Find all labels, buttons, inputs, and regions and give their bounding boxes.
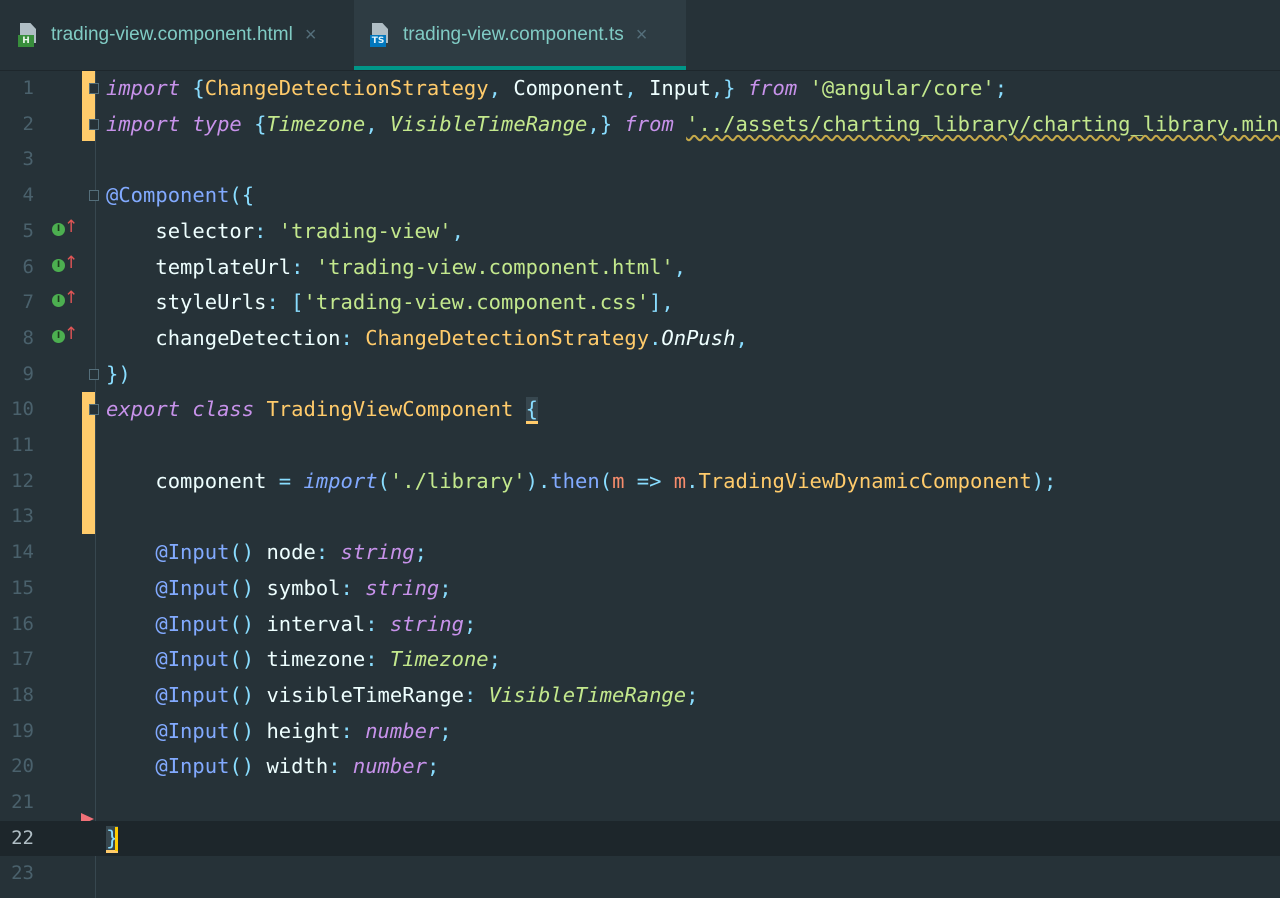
code-text: selector: 'trading-view', [106, 218, 464, 243]
line-number: 7 [22, 291, 34, 314]
line-number: 10 [11, 398, 34, 421]
line-number: 16 [11, 612, 34, 635]
code-text: import type {Timezone, VisibleTimeRange,… [106, 111, 1280, 136]
code-text: @Input() width: number; [155, 754, 440, 779]
code-line-7: 7 styleUrls: ['trading-view.component.cs… [0, 285, 1280, 321]
code-line-23: 23 [0, 856, 1280, 892]
line-number: 9 [22, 362, 34, 385]
code-line-12: 12 component = import('./library').then(… [0, 464, 1280, 500]
tab-ts-file[interactable]: TS trading-view.component.ts × [354, 0, 686, 70]
code-line-13: 13 [0, 499, 1280, 535]
code-line-1: 1 import {ChangeDetectionStrategy, Compo… [0, 71, 1280, 107]
code-line-3: 3 [0, 142, 1280, 178]
code-line-21: 21 [0, 785, 1280, 821]
code-text: @Input() height: number; [155, 718, 452, 743]
line-number: 5 [22, 219, 34, 242]
line-number: 14 [11, 541, 34, 564]
editor-tab-bar: H trading-view.component.html × TS tradi… [0, 0, 1280, 70]
code-text: @Input() node: string; [155, 540, 427, 565]
code-line-2: 2 import type {Timezone, VisibleTimeRang… [0, 107, 1280, 143]
html-file-icon: H [18, 23, 42, 47]
line-number: 19 [11, 719, 34, 742]
code-text: import {ChangeDetectionStrategy, Compone… [106, 76, 1008, 100]
code-text: @Input() symbol: string; [155, 575, 452, 600]
line-number: 23 [11, 862, 34, 885]
line-number: 21 [11, 791, 34, 813]
code-line-17: 17 @Input() timezone: Timezone; [0, 642, 1280, 678]
code-editor[interactable]: I ↑ I ↑ I ↑ I ↑ 1 import {ChangeDetectionStr… [0, 71, 1280, 898]
code-text: styleUrls: ['trading-view.component.css'… [106, 290, 674, 315]
code-line-10: 10 export class TradingViewComponent { [0, 392, 1280, 428]
close-icon[interactable]: × [636, 24, 648, 47]
tab-label: trading-view.component.ts [403, 24, 624, 45]
code-text: } [106, 825, 119, 853]
code-line-19: 19 @Input() height: number; [0, 714, 1280, 750]
line-number: 22 [11, 826, 34, 849]
code-line-6: 6 templateUrl: 'trading-view.component.h… [0, 250, 1280, 286]
code-line-16: 16 @Input() interval: string; [0, 607, 1280, 643]
code-line-20: 20 @Input() width: number; [0, 749, 1280, 785]
close-icon[interactable]: × [305, 24, 317, 47]
code-line-15: 15 @Input() symbol: string; [0, 571, 1280, 607]
code-text: }) [106, 361, 131, 386]
line-number: 15 [11, 576, 34, 599]
line-number: 2 [22, 112, 34, 135]
line-number: 20 [11, 755, 34, 778]
line-number: 12 [11, 469, 34, 492]
code-line-11: 11 [0, 428, 1280, 464]
line-number: 4 [22, 184, 34, 207]
code-line-5: 5 selector: 'trading-view', [0, 214, 1280, 250]
tab-html-file[interactable]: H trading-view.component.html × [18, 0, 317, 70]
code-text: @Component({ [106, 183, 255, 208]
code-text: export class TradingViewComponent { [106, 397, 538, 425]
code-line-9: 9 }) [0, 357, 1280, 393]
code-line-18: 18 @Input() visibleTimeRange: VisibleTim… [0, 678, 1280, 714]
text-cursor [115, 826, 119, 851]
code-line-4: 4 @Component({ [0, 178, 1280, 214]
code-text: component = import('./library').then(m =… [106, 468, 1057, 493]
code-text: changeDetection: ChangeDetectionStrategy… [106, 325, 748, 350]
line-number: 8 [22, 326, 34, 349]
line-number: 13 [11, 505, 34, 528]
code-text: @Input() interval: string; [155, 611, 477, 636]
code-line-8: 8 changeDetection: ChangeDetectionStrate… [0, 321, 1280, 357]
line-number: 6 [22, 255, 34, 278]
line-number: 1 [22, 77, 34, 99]
code-line-22: 22 } [0, 820, 1280, 857]
line-number: 11 [11, 434, 34, 456]
line-number: 18 [11, 683, 34, 706]
code-text: @Input() timezone: Timezone; [155, 647, 501, 672]
tab-label: trading-view.component.html [51, 24, 293, 45]
line-number: 3 [22, 148, 34, 171]
code-line-14: 14 @Input() node: string; [0, 535, 1280, 571]
line-number: 17 [11, 648, 34, 671]
code-text: @Input() visibleTimeRange: VisibleTimeRa… [155, 682, 699, 707]
typescript-file-icon: TS [370, 23, 394, 47]
code-text: templateUrl: 'trading-view.component.htm… [106, 254, 687, 279]
